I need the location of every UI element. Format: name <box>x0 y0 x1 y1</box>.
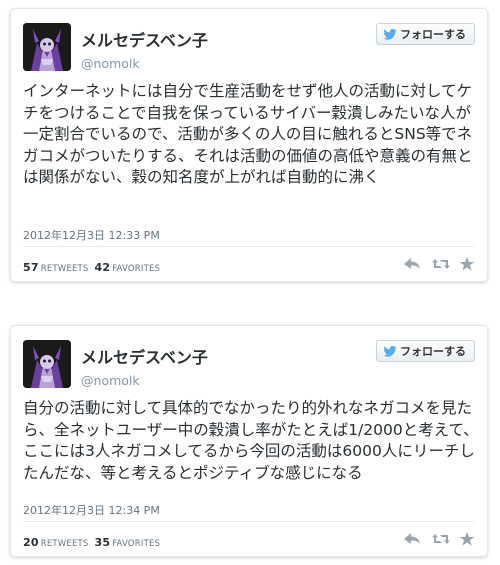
follow-button[interactable]: フォローする <box>376 23 475 45</box>
tweet-header: メルセデスベン子 @nomolk フォローする <box>23 23 475 75</box>
user-names: メルセデスベン子 @nomolk <box>81 27 208 71</box>
screen-name[interactable]: @nomolk <box>81 373 208 388</box>
display-name[interactable]: メルセデスベン子 <box>81 344 208 368</box>
retweet-icon[interactable] <box>431 256 450 272</box>
tweet-timestamp[interactable]: 2012年12月3日 12:34 PM <box>23 502 160 518</box>
tweet-stats: 57 RETWEETS 42 FAVORITES <box>23 261 160 274</box>
follow-button[interactable]: フォローする <box>376 340 475 362</box>
retweets-label[interactable]: RETWEETS <box>41 264 89 274</box>
tweet-actions <box>403 256 477 272</box>
favorites-label[interactable]: FAVORITES <box>112 264 160 274</box>
twitter-bird-icon <box>383 345 397 357</box>
tweet-text: 自分の活動に対して具体的でなかったり的外れなネガコメを見たら、全ネットユーザー中… <box>23 399 479 482</box>
follow-label: フォローする <box>400 28 466 41</box>
embedded-tweet: メルセデスベン子 @nomolk フォローする インターネットには自分で生産活動… <box>10 8 488 282</box>
follow-label: フォローする <box>400 345 466 358</box>
user-names: メルセデスベン子 @nomolk <box>81 344 208 388</box>
avatar[interactable] <box>23 23 71 71</box>
screen-name[interactable]: @nomolk <box>81 56 208 71</box>
embedded-tweet: メルセデスベン子 @nomolk フォローする 自分の活動に対して具体的でなかっ… <box>10 325 488 557</box>
twitter-bird-icon <box>383 28 397 40</box>
display-name[interactable]: メルセデスベン子 <box>81 27 208 51</box>
avatar[interactable] <box>23 340 71 388</box>
favorites-count[interactable]: 42 <box>95 261 111 274</box>
retweet-icon[interactable] <box>431 531 450 547</box>
tweet-text: インターネットには自分で生産活動をせず他人の活動に対してケチをつけることで自我を… <box>23 82 473 186</box>
tweet-stats: 20 RETWEETS 35 FAVORITES <box>23 536 160 549</box>
tweet-timestamp[interactable]: 2012年12月3日 12:33 PM <box>23 227 160 243</box>
retweets-label[interactable]: RETWEETS <box>41 539 89 549</box>
retweets-count[interactable]: 20 <box>23 536 39 549</box>
divider <box>23 246 475 247</box>
divider <box>23 521 475 522</box>
favorites-label[interactable]: FAVORITES <box>112 539 160 549</box>
favorite-star-icon[interactable] <box>459 531 477 547</box>
reply-icon[interactable] <box>403 531 421 547</box>
favorite-star-icon[interactable] <box>459 256 477 272</box>
tweet-actions <box>403 531 477 547</box>
tweet-header: メルセデスベン子 @nomolk フォローする <box>23 340 475 392</box>
favorites-count[interactable]: 35 <box>95 536 111 549</box>
reply-icon[interactable] <box>403 256 421 272</box>
retweets-count[interactable]: 57 <box>23 261 39 274</box>
